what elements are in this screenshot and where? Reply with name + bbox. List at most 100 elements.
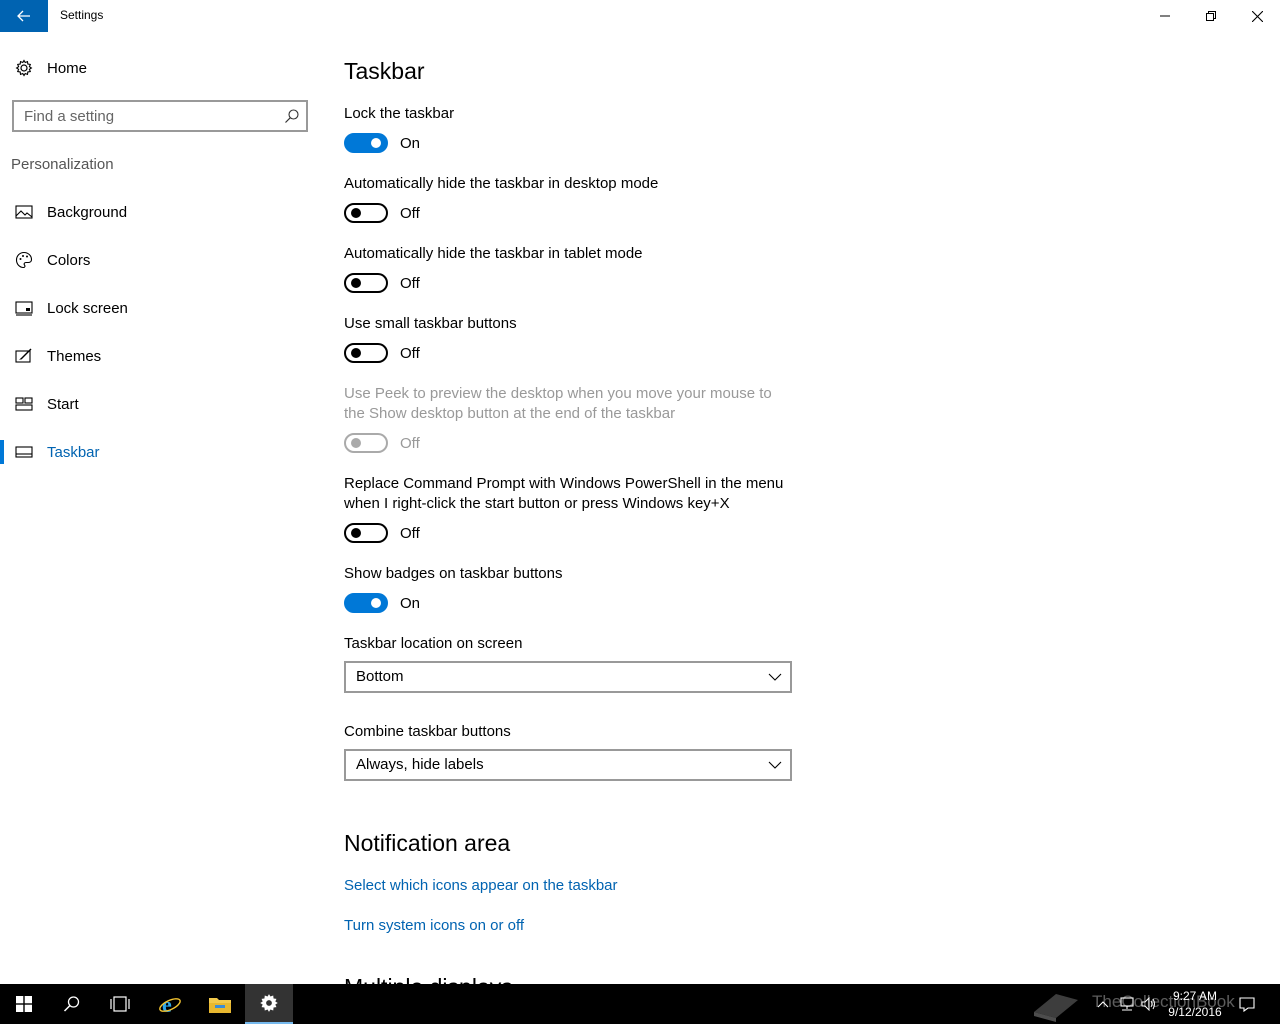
toggle-state-label: On [400,595,421,612]
action-center-button[interactable] [1236,984,1258,1024]
setting-label-peek-line2: the Show desktop button at the end of th… [344,405,676,422]
section-label-personalization: Personalization [11,156,114,173]
show-hidden-icons-button[interactable] [1092,984,1114,1024]
toggle-state-label: On [400,135,421,152]
network-icon [1120,997,1134,1011]
toggle-knob [351,278,361,288]
setting-label-autohide-tablet: Automatically hide the taskbar in tablet… [344,245,643,262]
close-icon [1251,10,1263,22]
themes-brush-icon [15,347,33,365]
taskbar-location-dropdown[interactable]: Bottom [344,661,792,693]
sidebar-item-label: Lock screen [47,299,128,317]
chevron-down-icon [768,761,782,769]
network-tray-button[interactable] [1116,984,1138,1024]
book-logo-icon [1034,994,1078,1022]
sidebar-item-start[interactable]: Start [0,384,320,424]
sidebar-item-themes[interactable]: Themes [0,336,320,376]
taskbar-clock[interactable]: 9:27 AM 9/12/2016 [1160,988,1230,1020]
setting-label-small-buttons: Use small taskbar buttons [344,315,517,332]
setting-label-location: Taskbar location on screen [344,635,523,652]
peek-toggle [344,433,388,453]
sidebar-item-lock-screen[interactable]: Lock screen [0,288,320,328]
task-view-icon [110,996,130,1012]
search-input[interactable] [14,102,274,130]
lock-screen-icon [15,299,33,317]
window-title: Settings [60,8,104,22]
chevron-down-icon [768,673,782,681]
sidebar-home-label: Home [47,59,88,77]
task-view-button[interactable] [96,984,144,1024]
back-arrow-icon [17,10,30,22]
restore-icon [1206,11,1216,21]
sidebar-item-label: Taskbar [47,443,100,461]
notification-icon [1239,997,1255,1012]
sidebar-item-label: Colors [47,251,91,269]
toggle-state-label: Off [400,275,420,292]
sidebar: Home Personalization Background Colors L… [0,32,320,984]
setting-label-lock-taskbar: Lock the taskbar [344,105,455,122]
dropdown-value: Always, hide labels [356,756,484,773]
speaker-icon [1141,997,1155,1011]
clock-date: 9/12/2016 [1168,1005,1222,1019]
minimize-icon [1160,15,1170,17]
toggle-knob [351,528,361,538]
restore-button[interactable] [1188,0,1234,32]
settings-taskbar-button[interactable] [245,984,293,1024]
close-button[interactable] [1234,0,1280,32]
badges-toggle[interactable] [344,593,388,613]
setting-label-autohide-desktop: Automatically hide the taskbar in deskto… [344,175,659,192]
multiple-displays-heading: Multiple displays [344,974,513,984]
small-buttons-toggle[interactable] [344,343,388,363]
lock-taskbar-toggle[interactable] [344,133,388,153]
toggle-state-label: Off [400,435,420,452]
sidebar-item-background[interactable]: Background [0,192,320,232]
setting-label-powershell-line2: when I right-click the start button or p… [344,495,730,512]
toggle-state-label: Off [400,345,420,362]
sidebar-item-colors[interactable]: Colors [0,240,320,280]
toggle-knob [351,438,361,448]
toggle-state-label: Off [400,205,420,222]
sidebar-item-taskbar[interactable]: Taskbar [0,432,320,472]
file-explorer-button[interactable] [196,984,244,1024]
sidebar-item-label: Background [47,203,128,221]
gear-icon [15,59,33,77]
back-button[interactable] [0,0,48,32]
volume-tray-button[interactable] [1138,984,1160,1024]
picture-icon [15,203,33,221]
toggle-state-label: Off [400,525,420,542]
setting-label-powershell-line1: Replace Command Prompt with Windows Powe… [344,475,784,492]
autohide-desktop-toggle[interactable] [344,203,388,223]
toggle-knob [371,598,381,608]
autohide-tablet-toggle[interactable] [344,273,388,293]
select-icons-link[interactable]: Select which icons appear on the taskbar [344,877,618,894]
minimize-button[interactable] [1142,0,1188,32]
toggle-knob [351,348,361,358]
windows-taskbar: e TheCollectionBook 9:27 AM 9/12/2016 [0,984,1280,1024]
setting-label-combine: Combine taskbar buttons [344,723,511,740]
powershell-toggle[interactable] [344,523,388,543]
search-taskbar-button[interactable] [48,984,96,1024]
chevron-up-icon [1097,1001,1109,1008]
edge-taskbar-button[interactable]: e [146,984,194,1024]
sidebar-item-home[interactable]: Home [0,48,320,88]
system-icons-link[interactable]: Turn system icons on or off [344,917,524,934]
combine-buttons-dropdown[interactable]: Always, hide labels [344,749,792,781]
clock-time: 9:27 AM [1172,989,1218,1003]
taskbar-icon [15,443,33,461]
sidebar-item-label: Start [47,395,79,413]
search-box[interactable] [12,100,308,132]
windows-logo-icon [16,996,32,1012]
search-icon [285,109,299,123]
start-button[interactable] [0,984,48,1024]
toggle-knob [351,208,361,218]
main-content: Taskbar Lock the taskbar On Automaticall… [344,32,1280,984]
gear-icon [260,994,278,1012]
page-title: Taskbar [344,58,425,84]
palette-icon [15,251,33,269]
toggle-knob [371,138,381,148]
notification-area-heading: Notification area [344,830,511,856]
setting-label-peek-line1: Use Peek to preview the desktop when you… [344,385,772,402]
start-tiles-icon [15,395,33,413]
sidebar-item-label: Themes [47,347,102,365]
internet-explorer-icon: e [159,992,181,1016]
